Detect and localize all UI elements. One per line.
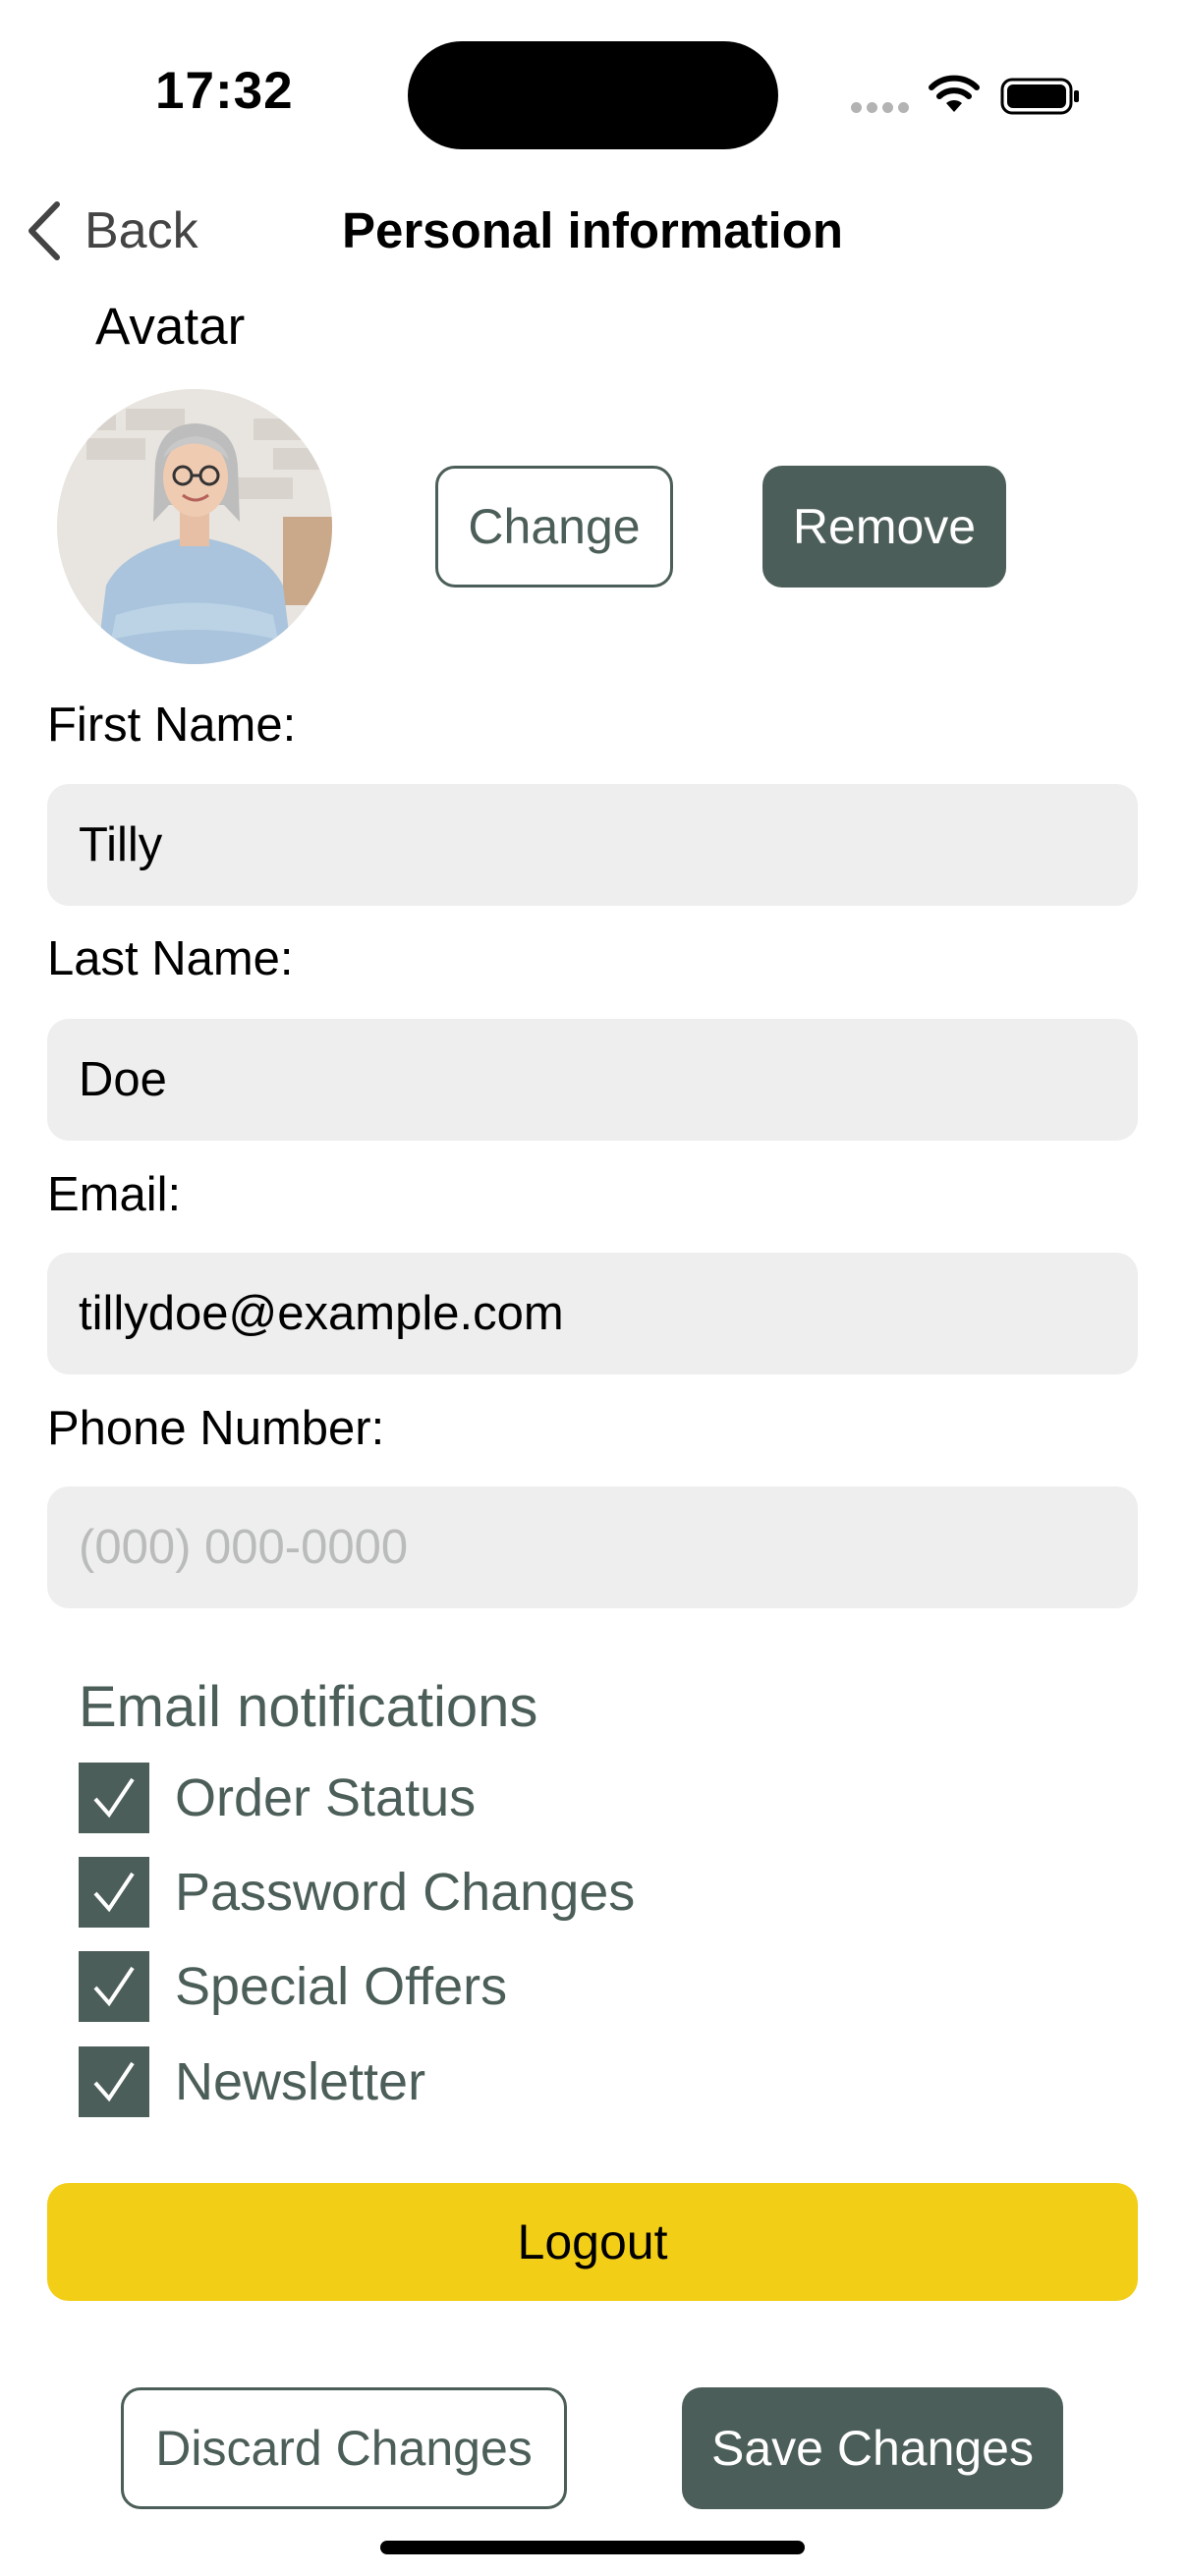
checkbox-label: Order Status	[175, 1768, 477, 1827]
phone-label: Phone Number:	[47, 1402, 385, 1455]
checkbox-newsletter[interactable]: Newsletter	[79, 2046, 425, 2117]
signal-icon	[851, 102, 909, 113]
page-title: Personal information	[341, 202, 844, 258]
checkbox-checked-icon[interactable]	[79, 1763, 149, 1833]
checkbox-special-offers[interactable]: Special Offers	[79, 1951, 507, 2022]
email-notifications-heading: Email notifications	[79, 1675, 538, 1739]
change-avatar-button[interactable]: Change	[435, 466, 673, 588]
avatar-label: Avatar	[95, 298, 246, 356]
dynamic-island	[408, 41, 778, 149]
avatar-photo	[57, 389, 332, 664]
last-name-field[interactable]: Doe	[47, 1019, 1138, 1141]
checkbox-checked-icon[interactable]	[79, 2046, 149, 2117]
checkbox-password-changes[interactable]: Password Changes	[79, 1857, 635, 1928]
avatar	[57, 389, 332, 664]
checkbox-label: Special Offers	[175, 1957, 508, 2016]
save-changes-button[interactable]: Save Changes	[682, 2387, 1063, 2509]
wifi-icon	[929, 75, 980, 112]
status-time: 17:32	[155, 62, 294, 120]
phone-field[interactable]: (000) 000-0000	[47, 1486, 1138, 1608]
checkbox-label: Password Changes	[175, 1863, 636, 1922]
first-name-field[interactable]: Tilly	[47, 784, 1138, 906]
checkbox-checked-icon[interactable]	[79, 1951, 149, 2022]
last-name-label: Last Name:	[47, 932, 294, 985]
checkbox-checked-icon[interactable]	[79, 1857, 149, 1928]
email-field[interactable]: tillydoe@example.com	[47, 1253, 1138, 1374]
battery-icon	[1000, 78, 1079, 115]
remove-avatar-button[interactable]: Remove	[762, 466, 1006, 588]
first-name-label: First Name:	[47, 699, 297, 752]
checkbox-order-status[interactable]: Order Status	[79, 1763, 476, 1833]
logout-button[interactable]: Logout	[47, 2183, 1138, 2301]
home-indicator	[380, 2541, 805, 2554]
discard-changes-button[interactable]: Discard Changes	[121, 2387, 567, 2509]
checkbox-label: Newsletter	[175, 2052, 426, 2111]
email-label: Email:	[47, 1168, 182, 1221]
